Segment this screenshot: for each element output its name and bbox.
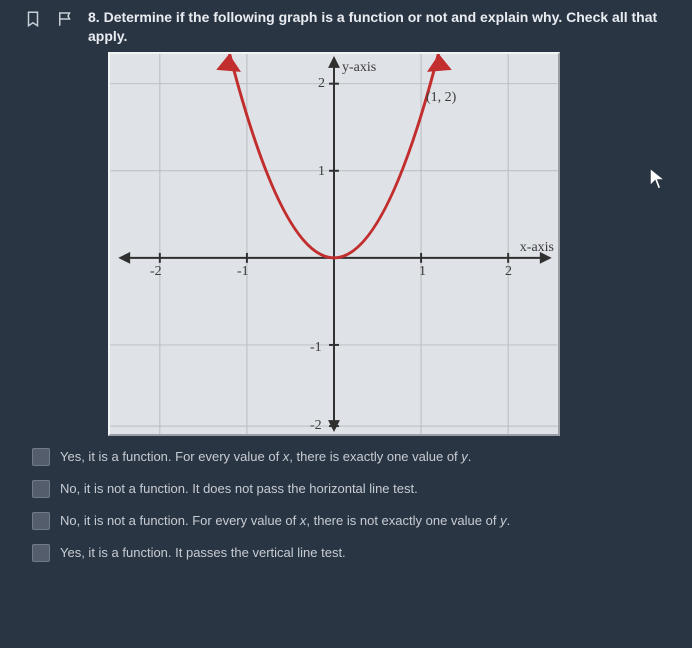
tick-y2: 2	[318, 76, 325, 92]
option-c[interactable]: No, it is not a function. For every valu…	[32, 512, 668, 530]
point-label: (1, 2)	[426, 90, 456, 106]
question-number: 8.	[88, 9, 100, 25]
checkbox-d[interactable]	[32, 544, 50, 562]
tick-y1: 1	[318, 164, 325, 180]
checkbox-a[interactable]	[32, 448, 50, 466]
option-d[interactable]: Yes, it is a function. It passes the ver…	[32, 544, 668, 562]
checkbox-b[interactable]	[32, 480, 50, 498]
bookmark-icon[interactable]	[24, 10, 42, 28]
option-d-text: Yes, it is a function. It passes the ver…	[60, 545, 346, 560]
option-a[interactable]: Yes, it is a function. For every value o…	[32, 448, 668, 466]
tick-x1: 1	[419, 264, 426, 280]
cursor-icon	[648, 166, 668, 192]
option-b[interactable]: No, it is not a function. It does not pa…	[32, 480, 668, 498]
question-text: 8. Determine if the following graph is a…	[88, 8, 668, 46]
plot-svg	[110, 54, 558, 434]
y-axis-label: y-axis	[342, 60, 376, 76]
option-c-text: No, it is not a function. For every valu…	[60, 513, 510, 528]
question-body: Determine if the following graph is a fu…	[88, 9, 657, 44]
checkbox-c[interactable]	[32, 512, 50, 530]
tick-x2: 2	[505, 264, 512, 280]
tick-xn2: -2	[150, 264, 162, 280]
graph-plot: y-axis x-axis (1, 2) 2 1 -1 -2 2 1 -1 -2	[108, 52, 560, 436]
option-b-text: No, it is not a function. It does not pa…	[60, 481, 418, 496]
flag-icon[interactable]	[56, 10, 74, 28]
x-axis-label: x-axis	[520, 240, 554, 256]
tick-xn1: -1	[237, 264, 249, 280]
option-a-text: Yes, it is a function. For every value o…	[60, 449, 471, 464]
tick-yn2: -2	[310, 418, 322, 434]
tick-yn1: -1	[310, 340, 322, 356]
